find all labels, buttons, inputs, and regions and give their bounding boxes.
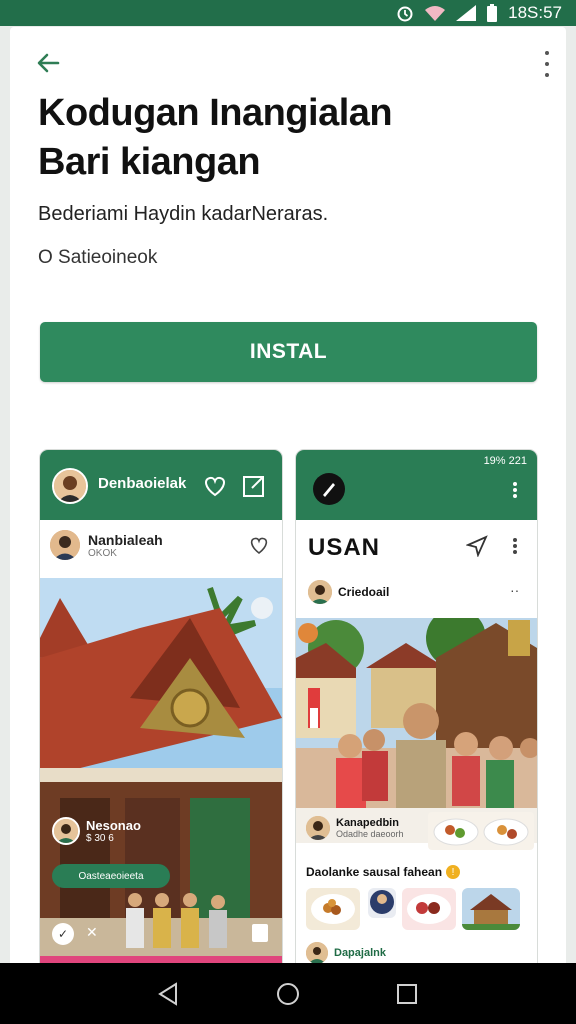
house-thumbnail[interactable] <box>462 888 520 930</box>
install-button[interactable]: INSTAL <box>40 322 537 382</box>
avatar <box>308 580 332 604</box>
section-title: Daolanke sausal fahean <box>306 865 443 879</box>
avatar <box>306 942 328 963</box>
avatar <box>52 468 88 504</box>
edit-icon[interactable] <box>242 474 266 498</box>
post-chip-label: Oasteaeoieeta <box>78 870 144 882</box>
more-options-icon[interactable] <box>513 482 517 498</box>
like-circle-icon[interactable]: ✓ <box>52 923 74 945</box>
footer-row: Dapajalnk <box>306 942 386 963</box>
caption-sub: Odadhe daeoorh <box>336 829 404 839</box>
food-thumbnail[interactable] <box>402 888 456 930</box>
home-nav-icon[interactable] <box>275 981 301 1007</box>
caption-name: Kanapedbin <box>336 817 399 829</box>
app-meta: O Satieoineok <box>38 247 158 268</box>
screenshot-right-status: 19% 221 <box>483 455 527 467</box>
alarm-icon <box>397 6 413 22</box>
page-title: USAN <box>308 534 381 561</box>
food-thumbnail[interactable] <box>428 812 534 850</box>
account-row: Criedoail <box>308 580 389 604</box>
post-sub: OKOK <box>88 547 117 559</box>
post-overlay-user: Nesonao $ 30 6 <box>52 817 141 845</box>
system-nav-bar <box>0 963 576 1024</box>
back-arrow-icon[interactable] <box>32 47 64 79</box>
app-title-line-2: Bari kiangan <box>38 141 261 183</box>
screenshot-left-header: Denbaoielak <box>40 450 282 520</box>
section-header: Daolanke sausal fahean ! <box>306 865 461 879</box>
bookmark-icon[interactable] <box>252 924 268 942</box>
app-subtitle: Bederiami Haydin kadarNeraras. <box>38 203 329 225</box>
avatar <box>306 816 330 840</box>
heart-outline-icon[interactable] <box>248 535 270 555</box>
more-horizontal-icon[interactable]: ·· <box>510 582 519 598</box>
signal-icon <box>456 5 477 21</box>
screenshot-card-right[interactable]: 19% 221 USAN Criedoail ·· Kanapedbin Oda… <box>296 450 537 963</box>
battery-icon <box>487 4 498 22</box>
post-photo[interactable] <box>296 618 537 843</box>
more-options-icon[interactable] <box>542 51 552 77</box>
app-details-sheet: Kodugan Inangialan Bari kiangan Bederiam… <box>10 27 566 963</box>
profile-thumbnail[interactable] <box>368 888 396 918</box>
screenshot-left-title: Denbaoielak <box>98 475 187 492</box>
post-chip[interactable]: Oasteaeoieeta <box>52 864 170 888</box>
post-photo[interactable] <box>40 578 282 963</box>
status-time: 18S:57 <box>508 3 562 22</box>
photo-caption: Kanapedbin Odadhe daeoorh <box>306 816 404 840</box>
avatar <box>50 530 80 560</box>
share-icon[interactable]: ✕ <box>86 924 98 941</box>
footer-name: Dapajalnk <box>334 947 386 959</box>
overlay-name: Nesonao <box>86 818 141 833</box>
food-thumbnail[interactable] <box>306 888 360 930</box>
recents-nav-icon[interactable] <box>394 981 420 1007</box>
more-options-icon[interactable] <box>513 538 517 554</box>
app-title-line-1: Kodugan Inangialan <box>38 92 393 134</box>
post-header: Nanbialeah OKOK <box>50 530 163 560</box>
wifi-icon <box>425 6 446 21</box>
status-bar: 18S:57 <box>0 0 576 26</box>
send-icon[interactable] <box>466 535 488 557</box>
account-name: Criedoail <box>338 585 390 599</box>
back-nav-icon[interactable] <box>156 981 182 1007</box>
pen-logo-icon <box>313 473 345 505</box>
info-icon: ! <box>446 865 461 879</box>
overlay-sub: $ 30 6 <box>86 833 114 844</box>
post-author: Nanbialeah <box>88 531 163 548</box>
avatar <box>52 817 80 845</box>
heart-icon[interactable] <box>202 474 228 498</box>
screenshot-card-left[interactable]: Denbaoielak Nanbialeah OKOK Nesonao $ 30… <box>40 450 282 963</box>
screenshot-right-header: 19% 221 <box>296 450 537 520</box>
app-title: Kodugan Inangialan Bari kiangan <box>38 89 538 187</box>
